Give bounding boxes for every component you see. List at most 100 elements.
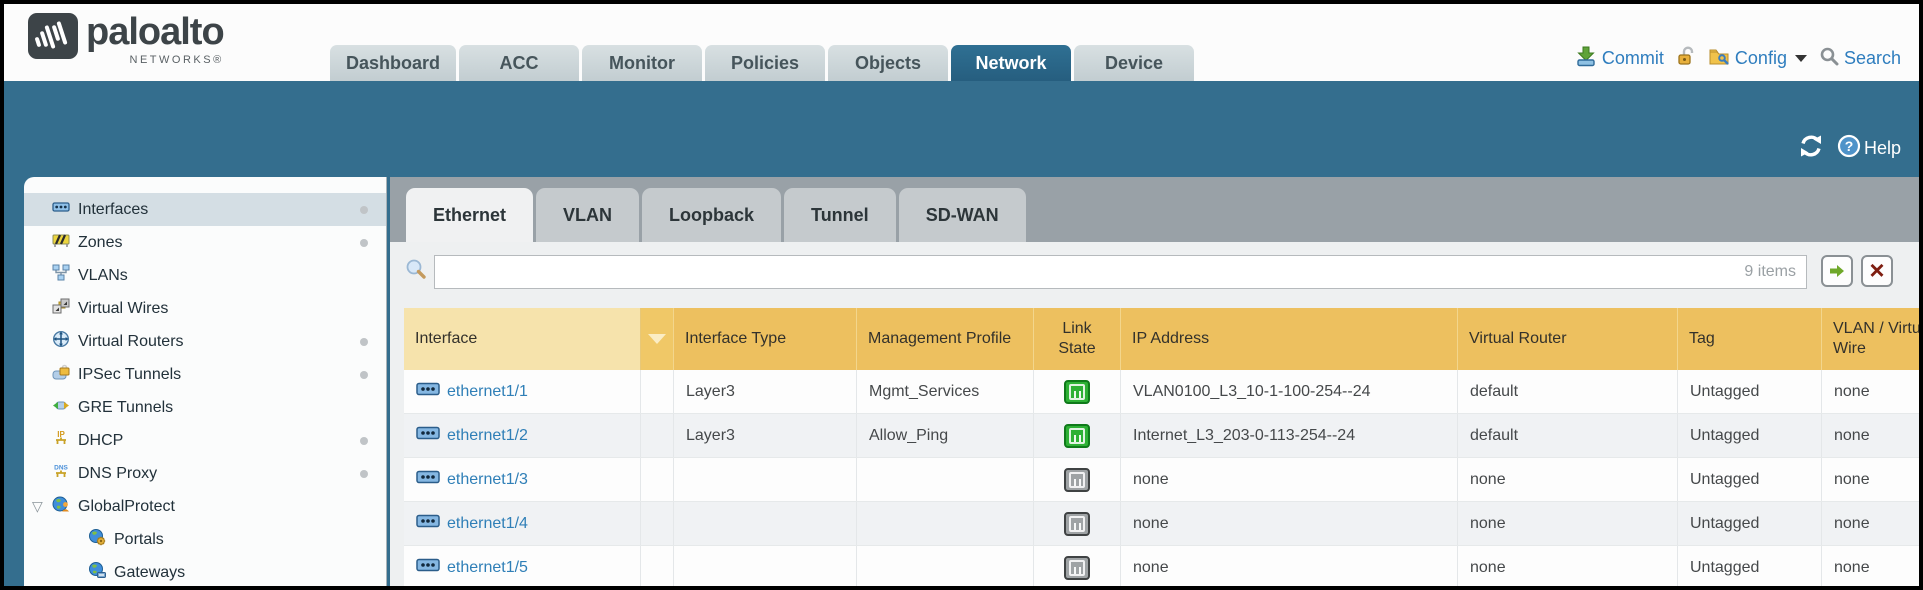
triangle-expander-icon[interactable]: ▽ xyxy=(32,498,43,515)
cell-profile: Allow_Ping xyxy=(857,414,1034,457)
app-window: paloalto NETWORKS® Dashboard ACC Monitor… xyxy=(0,0,1923,590)
table-row[interactable]: ethernet1/1 Layer3 Mgmt_Services VLAN010… xyxy=(404,370,1919,414)
commit-button[interactable]: Commit xyxy=(1575,45,1664,72)
cell-vlan: none xyxy=(1822,414,1919,457)
cell-sort-gap xyxy=(641,414,674,457)
interface-link[interactable]: ethernet1/3 xyxy=(447,471,528,489)
tab-tunnel[interactable]: Tunnel xyxy=(784,188,896,242)
tab-ethernet[interactable]: Ethernet xyxy=(406,188,533,242)
link-state-icon xyxy=(1064,424,1090,448)
sidebar-item-interfaces[interactable]: Interfaces xyxy=(24,193,386,226)
chevron-down-icon xyxy=(1795,55,1807,62)
sidebar-item-dns-proxy[interactable]: DNS DNS Proxy xyxy=(24,457,386,490)
brand-logo: paloalto NETWORKS® xyxy=(28,13,224,66)
cell-profile xyxy=(857,502,1034,545)
interface-link[interactable]: ethernet1/5 xyxy=(447,559,528,577)
top-bar: paloalto NETWORKS® Dashboard ACC Monitor… xyxy=(4,4,1919,81)
cell-tag: Untagged xyxy=(1678,370,1822,413)
filter-search-icon xyxy=(404,258,428,287)
sidebar-item-zones[interactable]: Zones xyxy=(24,226,386,259)
interface-link[interactable]: ethernet1/1 xyxy=(447,383,528,401)
sidebar-item-gre-tunnels[interactable]: GRE Tunnels xyxy=(24,391,386,424)
sidebar-item-vlans[interactable]: VLANs xyxy=(24,259,386,292)
table-row[interactable]: ethernet1/5 none none Untagged none xyxy=(404,546,1919,586)
sort-dropdown[interactable] xyxy=(641,308,674,370)
col-interface-type[interactable]: Interface Type xyxy=(674,308,857,370)
cell-tag: Untagged xyxy=(1678,414,1822,457)
tab-policies[interactable]: Policies xyxy=(705,45,825,81)
interface-icon xyxy=(416,470,440,489)
tab-monitor[interactable]: Monitor xyxy=(582,45,702,81)
sidebar-item-gateways[interactable]: Gateways xyxy=(24,556,386,586)
tab-device[interactable]: Device xyxy=(1074,45,1194,81)
filter-input-container: 9 items xyxy=(434,255,1807,289)
cell-link-state xyxy=(1034,458,1121,501)
link-state-icon xyxy=(1064,380,1090,404)
cell-interface: ethernet1/4 xyxy=(404,502,641,545)
col-link-state[interactable]: Link State xyxy=(1034,308,1121,370)
search-button[interactable]: Search xyxy=(1819,46,1901,71)
cell-profile xyxy=(857,546,1034,586)
cell-sort-gap xyxy=(641,546,674,586)
filter-input[interactable] xyxy=(435,256,1744,288)
tab-network[interactable]: Network xyxy=(951,45,1071,81)
cell-tag: Untagged xyxy=(1678,502,1822,545)
tab-sdwan[interactable]: SD-WAN xyxy=(899,188,1026,242)
cell-ip: Internet_L3_203-0-113-254--24 xyxy=(1121,414,1458,457)
help-icon: ? xyxy=(1837,134,1861,163)
refresh-icon[interactable] xyxy=(1798,133,1824,164)
cell-router: default xyxy=(1458,414,1678,457)
sidebar-item-ipsec-tunnels[interactable]: IPSec Tunnels xyxy=(24,358,386,391)
col-management-profile[interactable]: Management Profile xyxy=(857,308,1034,370)
sidebar-item-portals[interactable]: Portals xyxy=(24,523,386,556)
sidebar-item-virtual-wires[interactable]: Virtual Wires xyxy=(24,292,386,325)
sidebar-item-globalprotect[interactable]: ▽ GlobalProtect xyxy=(24,490,386,523)
cell-router: none xyxy=(1458,546,1678,586)
tab-loopback[interactable]: Loopback xyxy=(642,188,781,242)
apply-filter-button[interactable] xyxy=(1821,255,1853,287)
cell-ip: VLAN0100_L3_10-1-100-254--24 xyxy=(1121,370,1458,413)
lock-icon[interactable] xyxy=(1676,46,1696,71)
logo-subtext: NETWORKS® xyxy=(130,54,224,66)
col-tag[interactable]: Tag xyxy=(1678,308,1822,370)
logo-wordmark: paloalto xyxy=(86,13,224,53)
interface-link[interactable]: ethernet1/2 xyxy=(447,427,528,445)
sidebar-item-dhcp[interactable]: IP DHCP xyxy=(24,424,386,457)
tab-vlan[interactable]: VLAN xyxy=(536,188,639,242)
tab-dashboard[interactable]: Dashboard xyxy=(330,45,456,81)
status-dot xyxy=(360,470,368,478)
cell-type: Layer3 xyxy=(674,370,857,413)
sidebar-item-virtual-routers[interactable]: Virtual Routers xyxy=(24,325,386,358)
status-dot xyxy=(360,239,368,247)
cell-tag: Untagged xyxy=(1678,546,1822,586)
virtual-wires-icon xyxy=(52,297,70,320)
table-row[interactable]: ethernet1/3 none none Untagged none xyxy=(404,458,1919,502)
cell-router: default xyxy=(1458,370,1678,413)
col-virtual-router[interactable]: Virtual Router xyxy=(1458,308,1678,370)
config-menu[interactable]: Config xyxy=(1708,45,1807,72)
cell-type xyxy=(674,502,857,545)
col-vlan-virtual-wire[interactable]: VLAN / Virtual Wire xyxy=(1822,308,1919,370)
col-ip-address[interactable]: IP Address xyxy=(1121,308,1458,370)
dhcp-icon: IP xyxy=(52,429,70,452)
config-icon xyxy=(1708,45,1730,72)
tab-acc[interactable]: ACC xyxy=(459,45,579,81)
clear-filter-button[interactable]: × xyxy=(1861,255,1893,287)
cell-interface: ethernet1/2 xyxy=(404,414,641,457)
interface-icon xyxy=(416,382,440,401)
col-interface[interactable]: Interface xyxy=(404,308,641,370)
svg-text:DNS: DNS xyxy=(54,465,68,472)
interface-link[interactable]: ethernet1/4 xyxy=(447,515,528,533)
filter-row: 9 items × xyxy=(404,253,1895,291)
interface-icon xyxy=(416,426,440,445)
tab-objects[interactable]: Objects xyxy=(828,45,948,81)
table-row[interactable]: ethernet1/4 none none Untagged none xyxy=(404,502,1919,546)
band-actions: ? Help xyxy=(1798,133,1901,164)
interfaces-table: Interface Interface Type Management Prof… xyxy=(404,308,1919,586)
cell-interface: ethernet1/1 xyxy=(404,370,641,413)
globalprotect-icon xyxy=(52,495,70,518)
help-button[interactable]: ? Help xyxy=(1837,134,1901,163)
cell-ip: none xyxy=(1121,546,1458,586)
table-row[interactable]: ethernet1/2 Layer3 Allow_Ping Internet_L… xyxy=(404,414,1919,458)
sidebar: Interfaces Zones VLANs Virtual Wires Vir… xyxy=(24,177,387,586)
